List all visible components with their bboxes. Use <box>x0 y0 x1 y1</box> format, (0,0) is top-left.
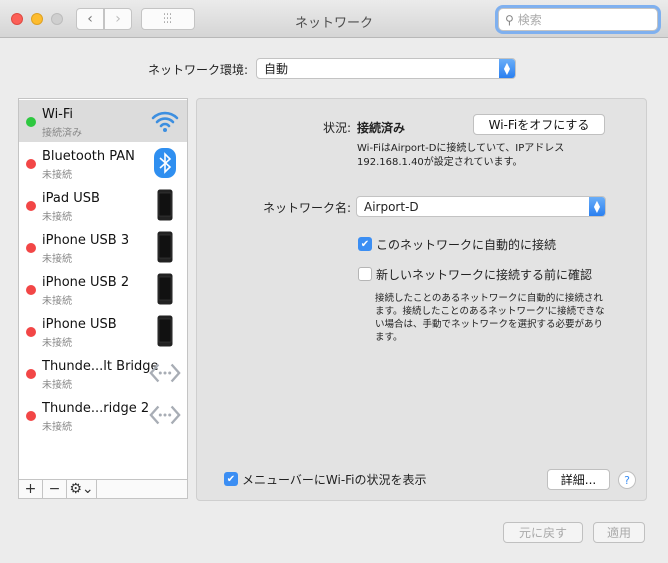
wifi-off-button[interactable]: Wi-Fiをオフにする <box>473 114 605 135</box>
status-dot <box>26 411 36 421</box>
service-item[interactable]: Thunde...lt Bridge 未接続 <box>19 352 187 394</box>
search-placeholder: 検索 <box>517 13 542 27</box>
show-in-menubar-label: メニューバーにWi-Fiの状況を表示 <box>242 473 427 487</box>
advanced-button[interactable]: 詳細... <box>547 469 610 490</box>
remove-service-button[interactable]: − <box>43 480 67 498</box>
status-dot <box>26 285 36 295</box>
auto-join-checkbox[interactable]: ✔ <box>358 237 372 251</box>
service-name: iPad USB <box>42 191 100 206</box>
detail-panel: 状況: 接続済み Wi-Fiをオフにする Wi-FiはAirport-Dに接続し… <box>196 98 647 501</box>
device-icon <box>149 189 181 221</box>
service-status: 未接続 <box>42 170 72 181</box>
service-item[interactable]: iPhone USB 3 未接続 <box>19 226 187 268</box>
help-button[interactable]: ? <box>618 471 636 489</box>
service-status: 未接続 <box>42 296 72 307</box>
network-name-value: Airport-D <box>364 199 419 214</box>
service-name: Wi-Fi <box>42 107 74 122</box>
service-item[interactable]: iPhone USB 未接続 <box>19 310 187 352</box>
apply-button[interactable]: 適用 <box>593 522 645 543</box>
service-item[interactable]: Wi-Fi 接続済み <box>19 100 187 142</box>
service-status: 未接続 <box>42 254 72 265</box>
add-service-button[interactable]: + <box>19 480 43 498</box>
status-description-line2: 192.168.1.40が設定されています。 <box>357 157 523 168</box>
status-dot <box>26 243 36 253</box>
gear-menu-button[interactable]: ⚙⌄ <box>67 480 97 498</box>
service-status: 未接続 <box>42 338 72 349</box>
checkmark-icon: ✔ <box>360 238 370 250</box>
status-dot <box>26 117 36 127</box>
service-status: 未接続 <box>42 422 72 433</box>
service-name: Thunde...ridge 2 <box>42 401 150 416</box>
service-name: Thunde...lt Bridge <box>42 359 159 374</box>
service-name: iPhone USB 3 <box>42 233 130 248</box>
status-label: 状況: <box>323 121 352 135</box>
service-item[interactable]: Thunde...ridge 2 未接続 <box>19 394 187 436</box>
bridge-icon <box>149 399 181 431</box>
service-item[interactable]: iPad USB 未接続 <box>19 184 187 226</box>
status-value: 接続済み <box>357 121 406 135</box>
checkmark-icon: ✔ <box>226 473 236 485</box>
updown-icon: ▲ ▼ <box>499 59 515 78</box>
bridge-icon <box>149 357 181 389</box>
status-dot <box>26 201 36 211</box>
location-select[interactable]: 自動 ▲ ▼ <box>256 58 516 79</box>
ask-join-description-1: 接続したことのあるネットワークに自動的に接続され <box>375 293 603 304</box>
search-icon: ⚲ <box>505 12 514 27</box>
bluetooth-icon <box>149 147 181 179</box>
service-name: Bluetooth PAN <box>42 149 135 164</box>
device-icon <box>149 315 181 347</box>
wifi-icon <box>149 105 181 137</box>
service-toolbar: + − ⚙⌄ <box>19 479 187 498</box>
ask-join-description-4: ます。 <box>375 332 403 343</box>
status-dot <box>26 327 36 337</box>
location-value: 自動 <box>264 62 289 76</box>
device-icon <box>149 273 181 305</box>
title-bar: ‹ › ⋯ ⋯ ⋯ ネットワーク ⚲ 検索 <box>0 0 668 38</box>
network-name-label: ネットワーク名: <box>263 201 352 215</box>
device-icon <box>149 231 181 263</box>
ask-join-checkbox[interactable] <box>358 267 372 281</box>
service-list: Wi-Fi 接続済み Bluetooth PAN 未接続 iPad USB 未接… <box>18 98 188 499</box>
service-status: 未接続 <box>42 380 72 391</box>
show-in-menubar-checkbox[interactable]: ✔ <box>224 472 238 486</box>
status-description-line1: Wi-FiはAirport-Dに接続していて、IPアドレス <box>357 143 565 154</box>
status-dot <box>26 369 36 379</box>
service-name: iPhone USB <box>42 317 117 332</box>
status-dot <box>26 159 36 169</box>
updown-icon: ▲ ▼ <box>589 197 605 216</box>
service-status: 未接続 <box>42 212 72 223</box>
service-item[interactable]: iPhone USB 2 未接続 <box>19 268 187 310</box>
ask-join-label: 新しいネットワークに接続する前に確認 <box>376 268 593 282</box>
network-name-select[interactable]: Airport-D ▲ ▼ <box>356 196 606 217</box>
auto-join-label: このネットワークに自動的に接続 <box>376 238 557 252</box>
search-input[interactable]: ⚲ 検索 <box>498 8 658 31</box>
location-label: ネットワーク環境: <box>148 63 249 77</box>
revert-button[interactable]: 元に戻す <box>503 522 583 543</box>
service-name: iPhone USB 2 <box>42 275 130 290</box>
service-item[interactable]: Bluetooth PAN 未接続 <box>19 142 187 184</box>
ask-join-description-2: ます。接続したことのあるネットワーク'に接続できな <box>375 306 605 317</box>
ask-join-description-3: い場合は、手動でネットワークを選択する必要があり <box>375 319 604 330</box>
service-status: 接続済み <box>42 128 82 139</box>
